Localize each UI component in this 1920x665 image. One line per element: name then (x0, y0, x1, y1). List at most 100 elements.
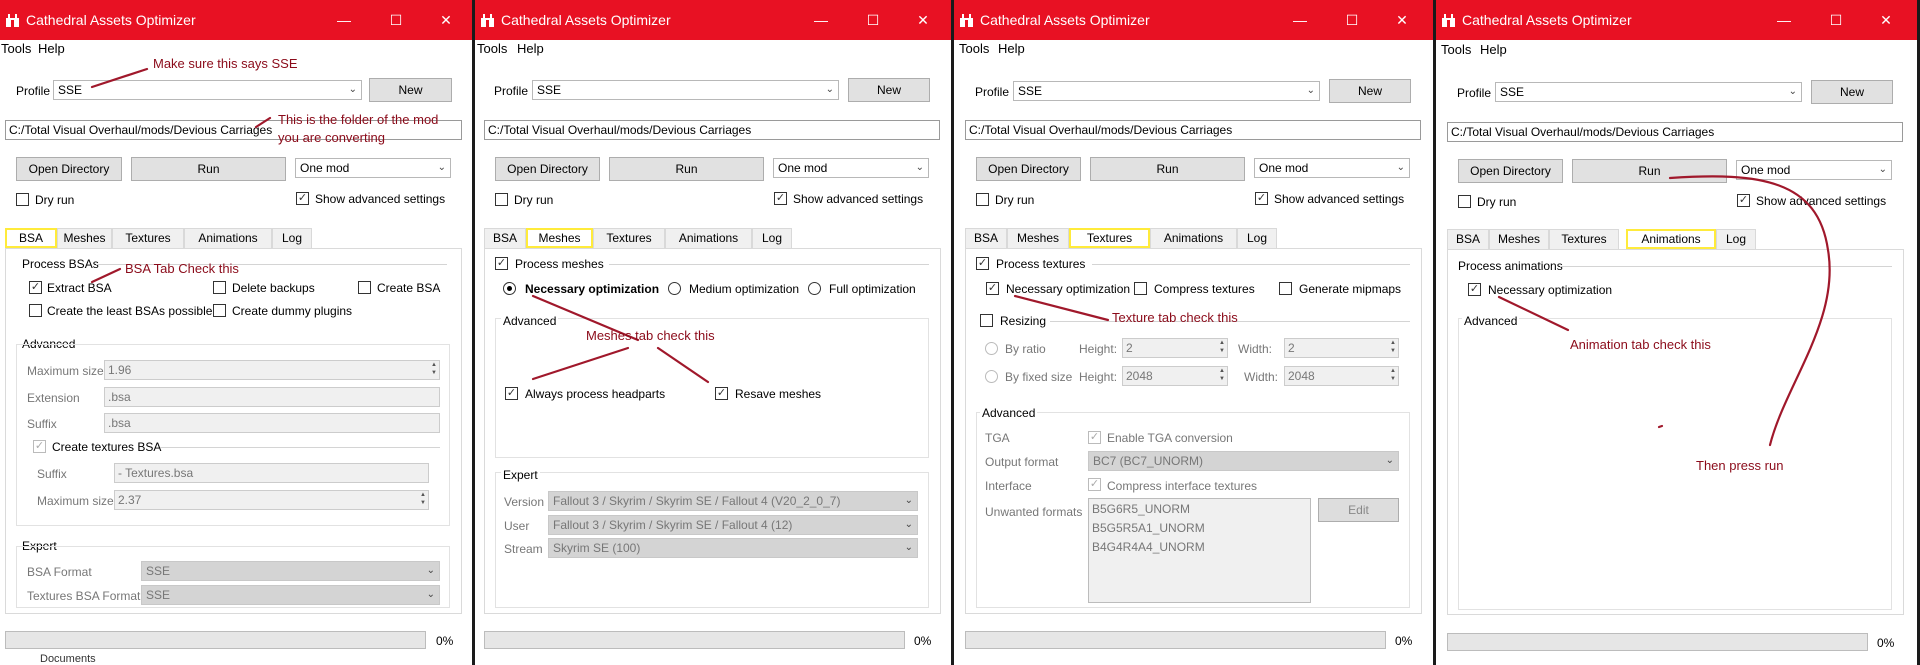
title-bar[interactable]: Cathedral Assets Optimizer — ☐ ✕ (1436, 0, 1920, 40)
open-directory-button[interactable]: Open Directory (1458, 159, 1563, 183)
minimize-icon[interactable]: — (1771, 8, 1797, 32)
spinner-icon[interactable]: ▲ ▼ (1390, 339, 1396, 355)
tab-bsa[interactable]: BSA (965, 228, 1007, 248)
menu-tools[interactable]: Tools (1, 41, 31, 56)
fixed-width-input[interactable]: 2048 ▲ ▼ (1284, 366, 1399, 386)
create-bsa-checkbox[interactable] (358, 281, 371, 294)
tab-meshes[interactable]: Meshes (1007, 228, 1069, 248)
by-fixed-size-radio[interactable] (985, 370, 998, 383)
process-textures-checkbox[interactable]: ✓ (976, 257, 989, 270)
extension-input[interactable]: .bsa (104, 387, 440, 407)
maximize-icon[interactable]: ☐ (1823, 8, 1849, 32)
tab-animations[interactable]: Animations (184, 228, 272, 248)
spinner-icon[interactable]: ▲ ▼ (420, 491, 426, 507)
dry-run-checkbox[interactable] (976, 193, 989, 206)
show-advanced-checkbox[interactable]: ✓ (1255, 192, 1268, 205)
spinner-icon[interactable]: ▲ ▼ (1390, 367, 1396, 383)
tab-log[interactable]: Log (272, 228, 312, 248)
menu-help[interactable]: Help (517, 41, 544, 56)
fixed-height-input[interactable]: 2048 ▲ ▼ (1122, 366, 1228, 386)
menu-help[interactable]: Help (38, 41, 65, 56)
tga-conversion-checkbox[interactable]: ✓ (1088, 431, 1101, 444)
tab-textures[interactable]: Textures (1549, 229, 1619, 249)
tab-log[interactable]: Log (752, 228, 792, 248)
mod-path-input[interactable]: C:/Total Visual Overhaul/mods/Devious Ca… (484, 120, 940, 140)
tab-log[interactable]: Log (1237, 228, 1277, 248)
minimize-icon[interactable]: — (1287, 8, 1313, 32)
new-profile-button[interactable]: New (1811, 80, 1893, 104)
list-item[interactable]: B4G4R4A4_UNORM (1092, 540, 1307, 559)
open-directory-button[interactable]: Open Directory (495, 157, 600, 181)
run-button[interactable]: Run (1572, 159, 1727, 183)
tab-bsa[interactable]: BSA (1447, 229, 1489, 249)
open-directory-button[interactable]: Open Directory (976, 157, 1081, 181)
anim-necessary-checkbox[interactable]: ✓ (1468, 283, 1481, 296)
profile-combo[interactable]: SSE ⌄ (53, 80, 362, 100)
new-profile-button[interactable]: New (369, 78, 452, 102)
close-icon[interactable]: ✕ (433, 8, 459, 32)
resizing-checkbox[interactable] (980, 314, 993, 327)
title-bar[interactable]: Cathedral Assets Optimizer — ☐ ✕ (0, 0, 472, 40)
medium-optimization-radio[interactable] (668, 282, 681, 295)
maximize-icon[interactable]: ☐ (860, 8, 886, 32)
dry-run-checkbox[interactable] (1458, 195, 1471, 208)
open-directory-button[interactable]: Open Directory (16, 157, 122, 181)
dummy-plugins-checkbox[interactable] (213, 304, 226, 317)
unwanted-formats-list[interactable]: B5G6R5_UNORM B5G5R5A1_UNORM B4G4R4A4_UNO… (1088, 498, 1311, 603)
suffix-input[interactable]: .bsa (104, 413, 440, 433)
minimize-icon[interactable]: — (808, 8, 834, 32)
menu-tools[interactable]: Tools (477, 41, 507, 56)
tab-animations[interactable]: Animations (1150, 228, 1237, 248)
tab-textures[interactable]: Textures (112, 228, 184, 248)
full-optimization-radio[interactable] (808, 282, 821, 295)
maximize-icon[interactable]: ☐ (1339, 8, 1365, 32)
mode-combo[interactable]: One mod ⌄ (1736, 160, 1892, 180)
extract-bsa-checkbox[interactable]: ✓ (29, 281, 42, 294)
profile-combo[interactable]: SSE ⌄ (1013, 81, 1320, 101)
tab-meshes[interactable]: Meshes (1489, 229, 1549, 249)
run-button[interactable]: Run (609, 157, 764, 181)
tex-suffix-input[interactable]: - Textures.bsa (114, 463, 429, 483)
spinner-icon[interactable]: ▲ ▼ (1219, 339, 1225, 355)
menu-tools[interactable]: Tools (1441, 42, 1471, 57)
mode-combo[interactable]: One mod ⌄ (773, 158, 929, 178)
tab-animations[interactable]: Animations (1626, 229, 1716, 249)
mod-path-input[interactable]: C:/Total Visual Overhaul/mods/Devious Ca… (1447, 122, 1903, 142)
list-item[interactable]: B5G6R5_UNORM (1092, 502, 1307, 521)
run-button[interactable]: Run (1090, 157, 1245, 181)
necessary-optimization-radio[interactable] (503, 282, 516, 295)
new-profile-button[interactable]: New (1329, 79, 1411, 103)
create-textures-bsa-checkbox[interactable]: ✓ (33, 440, 46, 453)
tab-animations[interactable]: Animations (665, 228, 752, 248)
tab-meshes[interactable]: Meshes (526, 228, 593, 248)
tab-meshes[interactable]: Meshes (57, 228, 112, 248)
tab-log[interactable]: Log (1716, 229, 1756, 249)
tex-bsa-format-combo[interactable]: SSE ⌄ (141, 585, 440, 605)
tab-textures[interactable]: Textures (593, 228, 665, 248)
version-combo[interactable]: Fallout 3 / Skyrim / Skyrim SE / Fallout… (548, 491, 918, 511)
process-meshes-checkbox[interactable]: ✓ (495, 257, 508, 270)
minimize-icon[interactable]: — (331, 8, 357, 32)
bsa-format-combo[interactable]: SSE ⌄ (141, 561, 440, 581)
new-profile-button[interactable]: New (848, 78, 930, 102)
close-icon[interactable]: ✕ (1873, 8, 1899, 32)
spinner-icon[interactable]: ▲ ▼ (431, 361, 437, 377)
title-bar[interactable]: Cathedral Assets Optimizer — ☐ ✕ (954, 0, 1433, 40)
menu-help[interactable]: Help (1480, 42, 1507, 57)
dry-run-checkbox[interactable] (495, 193, 508, 206)
ratio-height-input[interactable]: 2 ▲ ▼ (1122, 338, 1228, 358)
delete-backups-checkbox[interactable] (213, 281, 226, 294)
tab-textures[interactable]: Textures (1069, 228, 1150, 248)
tab-bsa[interactable]: BSA (484, 228, 526, 248)
spinner-icon[interactable]: ▲ ▼ (1219, 367, 1225, 383)
dry-run-checkbox[interactable] (16, 193, 29, 206)
compress-interface-checkbox[interactable]: ✓ (1088, 478, 1101, 491)
max-size-input[interactable]: 1.96 ▲ ▼ (104, 360, 440, 380)
run-button[interactable]: Run (131, 157, 286, 181)
headparts-checkbox[interactable]: ✓ (505, 387, 518, 400)
maximize-icon[interactable]: ☐ (383, 8, 409, 32)
tex-max-size-input[interactable]: 2.37 ▲ ▼ (114, 490, 429, 510)
output-format-combo[interactable]: BC7 (BC7_UNORM) ⌄ (1088, 451, 1399, 471)
ratio-width-input[interactable]: 2 ▲ ▼ (1284, 338, 1399, 358)
by-ratio-radio[interactable] (985, 342, 998, 355)
